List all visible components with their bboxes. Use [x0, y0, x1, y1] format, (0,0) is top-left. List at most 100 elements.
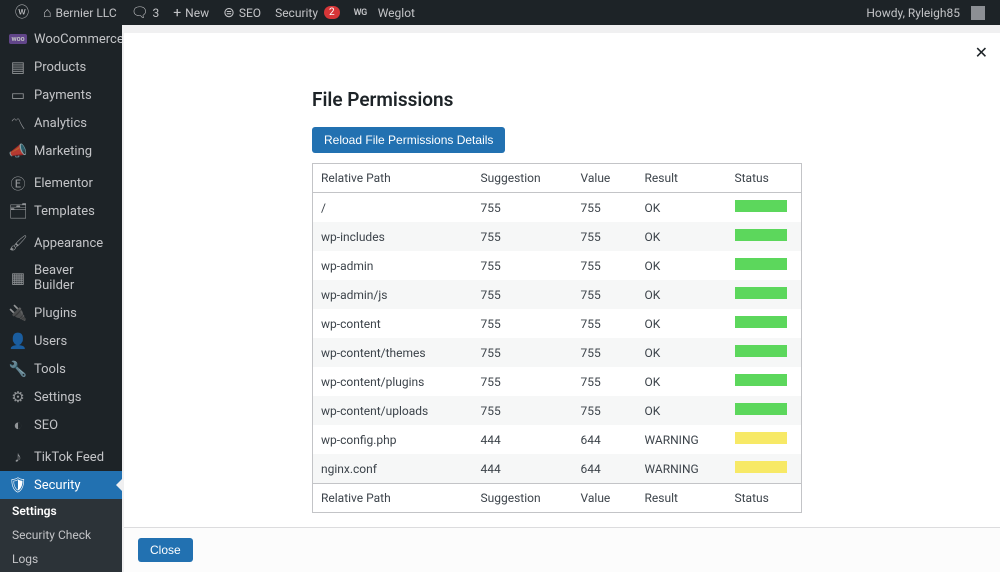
sidebar-item-label: Users [34, 334, 67, 349]
cell-res: OK [637, 280, 727, 309]
cell-path: / [313, 193, 473, 223]
security-label: Security [275, 6, 318, 20]
cell-val: 755 [573, 193, 637, 223]
sidebar-item-payments[interactable]: ▭Payments [0, 81, 122, 109]
sidebar-item-label: SEO [34, 418, 58, 433]
weglot-icon: WG [354, 8, 367, 18]
sidebar-item-marketing[interactable]: 📣Marketing [0, 137, 122, 165]
products-icon: ▤ [10, 59, 26, 75]
cell-path: nginx.conf [313, 454, 473, 484]
payments-icon: ▭ [10, 87, 26, 103]
plugins-icon: 🔌 [10, 305, 26, 321]
wp-logo-item[interactable]: ⓦ [8, 0, 36, 25]
cell-res: WARNING [637, 425, 727, 454]
security-badge: 2 [324, 6, 340, 19]
sidebar-item-beaver[interactable]: ▦Beaver Builder [0, 257, 122, 299]
cell-status [727, 454, 802, 484]
cell-val: 755 [573, 280, 637, 309]
sidebar-item-settings[interactable]: ⚙Settings [0, 383, 122, 411]
cell-sugg: 755 [473, 251, 573, 280]
sidebar-item-security[interactable]: 🛡Security [0, 471, 122, 499]
sidebar-item-tiktok[interactable]: ♪TikTok Feed [0, 443, 122, 471]
submenu-item-security-check[interactable]: Security Check [0, 523, 122, 547]
cell-val: 755 [573, 309, 637, 338]
table-row: wp-admin/js755755OK [313, 280, 802, 309]
cell-res: OK [637, 396, 727, 425]
sidebar-item-label: TikTok Feed [34, 450, 104, 465]
sidebar-item-analytics[interactable]: 〽Analytics [0, 109, 122, 137]
cell-res: OK [637, 222, 727, 251]
cell-val: 755 [573, 222, 637, 251]
sidebar-item-products[interactable]: ▤ Products [0, 53, 122, 81]
beaver-icon: ▦ [10, 270, 26, 286]
seo-item[interactable]: ⊜SEO [216, 0, 268, 25]
cell-sugg: 755 [473, 280, 573, 309]
modal-close-button[interactable]: ✕ [975, 43, 988, 62]
seo-label: SEO [239, 6, 261, 20]
settings-icon: ⚙ [10, 389, 26, 405]
table-row: wp-config.php444644WARNING [313, 425, 802, 454]
sidebar-item-templates[interactable]: 🗂Templates [0, 197, 122, 225]
sidebar-item-appearance[interactable]: 🖌 Appearance [0, 229, 122, 257]
tf-status: Status [727, 484, 802, 513]
sidebar-item-tools[interactable]: 🔧 Tools [0, 355, 122, 383]
submenu-item-settings[interactable]: Settings [0, 499, 122, 523]
marketing-icon: 📣 [10, 143, 26, 159]
cell-path: wp-admin [313, 251, 473, 280]
table-row: wp-admin755755OK [313, 251, 802, 280]
tools-icon: 🔧 [10, 361, 26, 377]
tf-suggestion: Suggestion [473, 484, 573, 513]
site-name-item[interactable]: ⌂Bernier LLC [36, 0, 124, 25]
new-label: New [185, 6, 209, 20]
cell-status [727, 222, 802, 251]
cell-path: wp-config.php [313, 425, 473, 454]
cell-path: wp-content [313, 309, 473, 338]
cell-sugg: 755 [473, 222, 573, 251]
status-ok-badge [735, 345, 787, 357]
table-row: wp-content755755OK [313, 309, 802, 338]
cell-status [727, 280, 802, 309]
status-ok-badge [735, 229, 787, 241]
weglot-item[interactable]: WG Weglot [347, 0, 422, 25]
cell-status [727, 396, 802, 425]
sidebar-item-label: Appearance [34, 236, 103, 251]
submenu-item-logs[interactable]: Logs [0, 547, 122, 571]
cell-sugg: 444 [473, 454, 573, 484]
cell-val: 644 [573, 425, 637, 454]
cell-status [727, 367, 802, 396]
cell-val: 755 [573, 367, 637, 396]
sidebar-item-elementor[interactable]: Ⓔ Elementor [0, 169, 122, 197]
cell-status [727, 309, 802, 338]
table-row: wp-content/plugins755755OK [313, 367, 802, 396]
templates-icon: 🗂 [10, 203, 26, 219]
close-button[interactable]: Close [138, 538, 193, 562]
th-result: Result [637, 164, 727, 193]
new-item[interactable]: + New [166, 0, 216, 25]
th-value: Value [573, 164, 637, 193]
reload-button[interactable]: Reload File Permissions Details [312, 127, 505, 153]
security-item[interactable]: Security 2 [268, 0, 347, 25]
sidebar-item-seo[interactable]: ◐ SEO [0, 411, 122, 439]
home-icon: ⌂ [43, 6, 51, 20]
my-account-item[interactable]: Howdy, Ryleigh85 [859, 0, 992, 25]
sidebar-item-label: Products [34, 60, 86, 75]
cell-res: OK [637, 338, 727, 367]
cell-status [727, 193, 802, 223]
sidebar-item-woo[interactable]: wooWooCommerce [0, 25, 122, 53]
elementor-icon: Ⓔ [10, 175, 26, 191]
cell-res: WARNING [637, 454, 727, 484]
seo-icon: ◐ [10, 417, 26, 433]
cell-sugg: 755 [473, 367, 573, 396]
sidebar-item-plugins[interactable]: 🔌Plugins [0, 299, 122, 327]
sidebar-item-users[interactable]: 👤Users [0, 327, 122, 355]
cell-val: 644 [573, 454, 637, 484]
status-warning-badge [735, 432, 787, 444]
appearance-icon: 🖌 [10, 235, 26, 251]
sidebar-item-label: Elementor [34, 176, 93, 191]
status-warning-badge [735, 461, 787, 473]
analytics-icon: 〽 [10, 115, 26, 131]
comments-item[interactable]: 🗨3 [124, 0, 167, 25]
plus-icon: + [173, 6, 181, 20]
sidebar-item-label: Tools [34, 362, 66, 377]
cell-res: OK [637, 193, 727, 223]
